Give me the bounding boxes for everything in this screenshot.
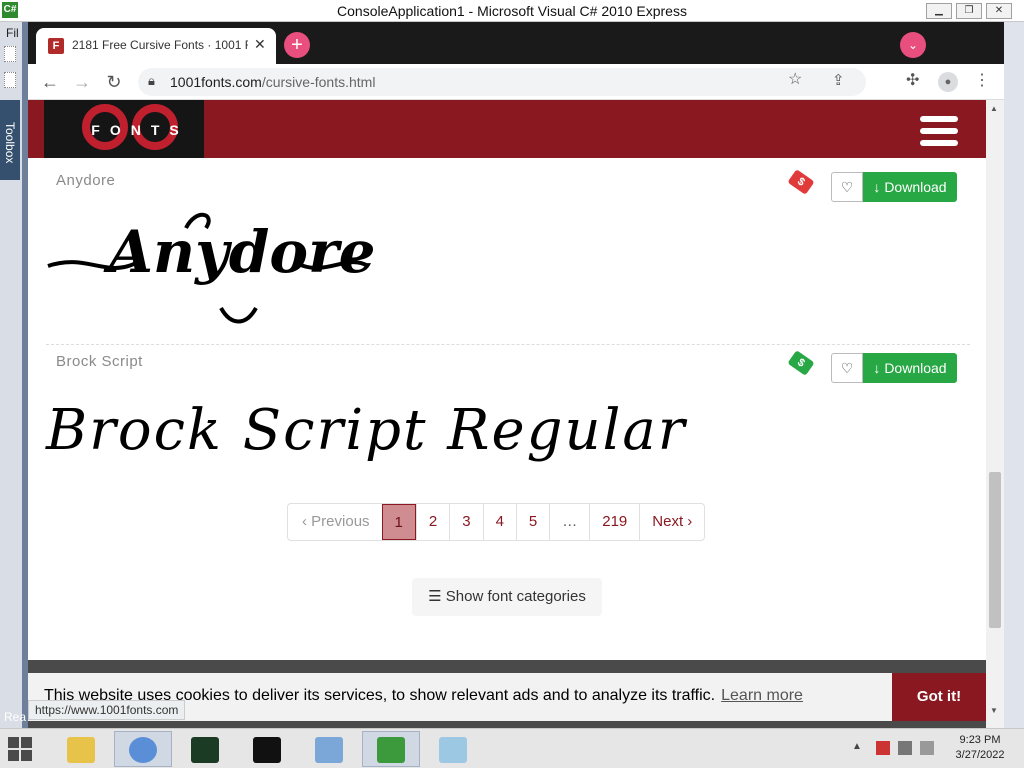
pagination-ellipsis: … bbox=[549, 504, 589, 540]
pagination-previous[interactable]: ‹ Previous bbox=[288, 504, 382, 540]
tab-search-button[interactable]: ⌄ bbox=[900, 32, 926, 58]
chrome-icon bbox=[129, 737, 157, 763]
share-icon[interactable]: ⇪ bbox=[832, 71, 845, 89]
pagination-page[interactable]: 5 bbox=[515, 504, 549, 540]
url-path: /cursive-fonts.html bbox=[261, 74, 376, 90]
pagination-next[interactable]: Next › bbox=[639, 504, 704, 540]
cookie-accept-button[interactable]: Got it! bbox=[892, 673, 986, 721]
vs-toolbox-label: Toolbox bbox=[3, 122, 17, 164]
font-divider bbox=[46, 344, 970, 345]
lock-icon[interactable]: 🔒︎ bbox=[148, 73, 155, 89]
tray-overflow-icon[interactable]: ▲ bbox=[852, 741, 862, 752]
anydore-preview-text: Anydore bbox=[108, 218, 376, 286]
taskbar-visual-csharp[interactable] bbox=[362, 731, 420, 767]
browser-tab[interactable]: F 2181 Free Cursive Fonts · 1001 Fo ✕ bbox=[36, 28, 276, 64]
taskbar-network[interactable] bbox=[300, 731, 358, 767]
back-icon[interactable]: ← bbox=[38, 70, 62, 94]
vs-right-panel bbox=[1004, 22, 1024, 728]
tray-volume-icon[interactable] bbox=[920, 741, 934, 755]
price-tag-icon: $ bbox=[787, 350, 815, 376]
taskbar-chrome[interactable] bbox=[114, 731, 172, 767]
menu-dots-icon[interactable]: ⋮ bbox=[974, 70, 990, 90]
clock-date: 3/27/2022 bbox=[955, 749, 1005, 761]
vs-minimize-button[interactable]: ▁ bbox=[926, 3, 952, 19]
favicon-icon: F bbox=[48, 38, 64, 54]
vs-toolbar-grip-icon[interactable] bbox=[4, 46, 16, 62]
price-tag-icon: $ bbox=[787, 169, 815, 195]
font-name-link[interactable]: Anydore bbox=[56, 172, 115, 189]
toolbar: ← → ↻ 🔒︎ 1001fonts.com/cursive-fonts.htm… bbox=[28, 64, 1004, 100]
show-categories-button[interactable]: ☰ Show font categories bbox=[412, 578, 602, 616]
bookmark-star-icon[interactable]: ☆ bbox=[788, 69, 802, 89]
csharp-icon bbox=[377, 737, 405, 763]
tab-strip: F 2181 Free Cursive Fonts · 1001 Fo ✕ + … bbox=[28, 22, 1004, 64]
taskbar: ▲ 9:23 PM 3/27/2022 bbox=[0, 728, 1024, 768]
pagination-next-label: Next bbox=[652, 513, 684, 530]
pagination-previous-label: Previous bbox=[311, 513, 370, 530]
vs-close-button[interactable]: ✕ bbox=[986, 3, 1012, 19]
page-viewport: FONTS Anydore $ ♡ ↓ Download Anydore Bro… bbox=[28, 100, 1004, 728]
url-host: 1001fonts.com bbox=[170, 74, 262, 90]
vs-status-text: Rea bbox=[4, 710, 27, 724]
taskbar-notepad[interactable] bbox=[424, 731, 482, 767]
pagination-page[interactable]: 4 bbox=[482, 504, 516, 540]
folder-icon bbox=[67, 737, 95, 763]
pagination-page[interactable]: 3 bbox=[449, 504, 482, 540]
profile-avatar-icon[interactable]: ● bbox=[938, 72, 958, 92]
notepad-icon bbox=[439, 737, 467, 763]
vs-toolbar-grip-icon[interactable] bbox=[4, 72, 16, 88]
vs-menu-file[interactable]: Fil bbox=[6, 26, 19, 40]
favorite-heart-icon[interactable]: ♡ bbox=[831, 353, 863, 383]
download-label: Download bbox=[884, 360, 947, 376]
font-preview-brock-script[interactable]: Brock Script Regular bbox=[46, 398, 687, 463]
pagination-page[interactable]: 219 bbox=[589, 504, 639, 540]
link-status-tooltip: https://www.1001fonts.com bbox=[28, 700, 186, 720]
tab-title: 2181 Free Cursive Fonts · 1001 Fo bbox=[72, 38, 248, 52]
site-header: FONTS bbox=[28, 100, 986, 158]
vs-restore-button[interactable]: ❐ bbox=[956, 3, 982, 19]
vs-window-title: ConsoleApplication1 - Microsoft Visual C… bbox=[337, 3, 687, 19]
console-icon bbox=[253, 737, 281, 763]
clock-time: 9:23 PM bbox=[959, 734, 1001, 746]
tray-network-icon[interactable] bbox=[898, 741, 912, 755]
tab-close-icon[interactable]: ✕ bbox=[254, 36, 266, 53]
scroll-up-icon[interactable]: ▲ bbox=[990, 104, 998, 113]
font-item: Brock Script $ ♡ ↓ Download bbox=[28, 350, 986, 393]
hamburger-menu-icon[interactable] bbox=[920, 116, 958, 146]
download-button[interactable]: ↓ Download bbox=[863, 172, 957, 202]
monitor-graph-icon bbox=[191, 737, 219, 763]
forward-icon[interactable]: → bbox=[70, 70, 94, 94]
vs-titlebar: C# ConsoleApplication1 - Microsoft Visua… bbox=[0, 0, 1024, 22]
browser-window: F 2181 Free Cursive Fonts · 1001 Fo ✕ + … bbox=[28, 22, 1004, 728]
pagination-page[interactable]: 2 bbox=[415, 504, 449, 540]
address-bar[interactable]: 🔒︎ 1001fonts.com/cursive-fonts.html ⇪ bbox=[138, 68, 866, 96]
pagination: ‹ Previous 1 2 3 4 5 … 219 Next › bbox=[287, 503, 706, 541]
url-text[interactable]: 1001fonts.com/cursive-fonts.html bbox=[170, 74, 375, 90]
logo-text: FONTS bbox=[91, 122, 189, 138]
page-scrollbar[interactable]: ▲ ▼ bbox=[986, 100, 1004, 728]
windows-start-icon[interactable] bbox=[8, 737, 32, 761]
taskbar-explorer[interactable] bbox=[52, 731, 110, 767]
network-icon bbox=[315, 737, 343, 763]
learn-more-link[interactable]: Learn more bbox=[721, 687, 803, 704]
taskbar-console[interactable] bbox=[238, 731, 296, 767]
extensions-icon[interactable]: ✣ bbox=[906, 70, 919, 90]
font-name-link[interactable]: Brock Script bbox=[56, 353, 143, 370]
download-label: Download bbox=[884, 179, 947, 195]
new-tab-button[interactable]: + bbox=[284, 32, 310, 58]
tray-flag-icon[interactable] bbox=[876, 741, 890, 755]
taskbar-clock[interactable]: 9:23 PM 3/27/2022 bbox=[950, 733, 1010, 763]
taskbar-resource-monitor[interactable] bbox=[176, 731, 234, 767]
download-button[interactable]: ↓ Download bbox=[863, 353, 957, 383]
favorite-heart-icon[interactable]: ♡ bbox=[831, 172, 863, 202]
scroll-thumb[interactable] bbox=[989, 472, 1001, 628]
site-logo[interactable]: FONTS bbox=[44, 100, 204, 158]
font-preview-anydore[interactable]: Anydore bbox=[46, 212, 376, 324]
show-categories-label: Show font categories bbox=[445, 588, 586, 605]
scroll-down-icon[interactable]: ▼ bbox=[990, 706, 998, 715]
reload-icon[interactable]: ↻ bbox=[102, 70, 126, 94]
pagination-page[interactable]: 1 bbox=[381, 504, 416, 540]
